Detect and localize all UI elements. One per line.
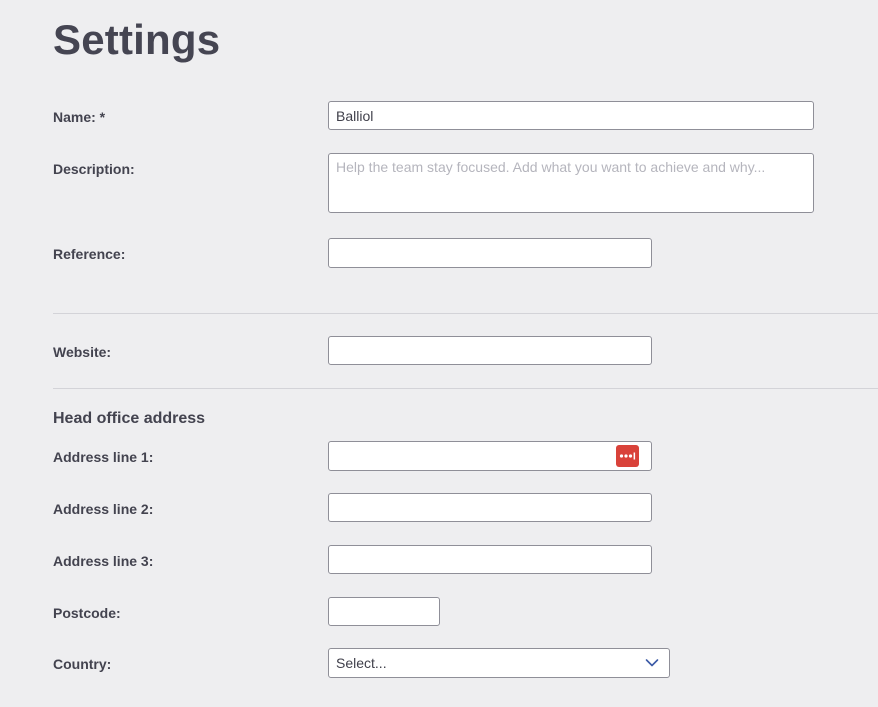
address-line-2-input[interactable]: [328, 493, 652, 522]
description-label: Description:: [53, 161, 135, 177]
name-label: Name: *: [53, 109, 106, 125]
postcode-input[interactable]: [328, 597, 440, 626]
address-line-3-input[interactable]: [328, 545, 652, 574]
description-textarea[interactable]: [328, 153, 814, 213]
reference-input[interactable]: [328, 238, 652, 268]
country-selected-value: Select...: [336, 655, 387, 671]
country-label: Country:: [53, 656, 112, 672]
chevron-down-icon: [645, 659, 659, 667]
page-title: Settings: [53, 16, 221, 63]
lastpass-dots-icon[interactable]: [616, 445, 639, 467]
address-line-3-label: Address line 3:: [53, 553, 154, 569]
divider: [53, 388, 878, 389]
postcode-label: Postcode:: [53, 605, 121, 621]
address-line-2-label: Address line 2:: [53, 501, 154, 517]
address-line-1-input[interactable]: [328, 441, 652, 471]
reference-label: Reference:: [53, 246, 126, 262]
website-input[interactable]: [328, 336, 652, 365]
divider: [53, 313, 878, 314]
dots-icon: [619, 452, 636, 460]
section-heading-head-office-address: Head office address: [53, 410, 206, 427]
address-line-1-label: Address line 1:: [53, 449, 154, 465]
country-select[interactable]: Select...: [328, 648, 670, 678]
website-label: Website:: [53, 344, 112, 360]
name-input[interactable]: [328, 101, 814, 130]
